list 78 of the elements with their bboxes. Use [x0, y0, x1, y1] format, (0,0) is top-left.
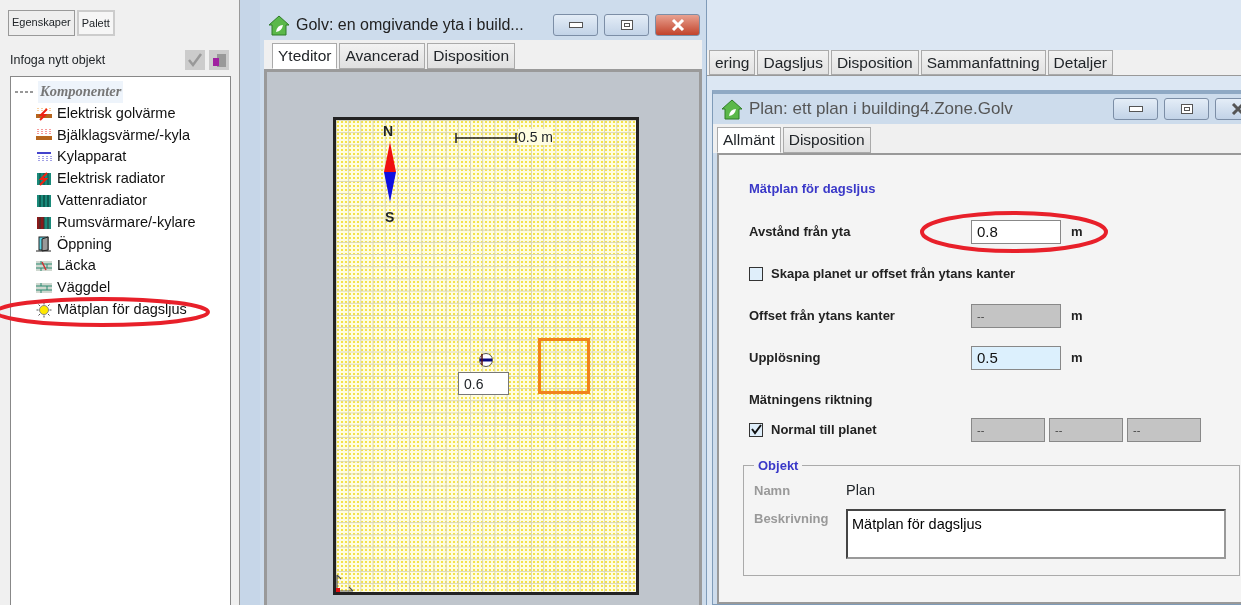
- window-title: Golv: en omgivande yta i build...: [296, 15, 525, 35]
- tree-line-icon: [15, 89, 35, 94]
- panel-tab[interactable]: Palett: [76, 10, 115, 36]
- door-icon: [35, 236, 53, 253]
- tree-item[interactable]: Elektrisk golvärme: [15, 102, 230, 125]
- field-label: Avstånd från yta: [749, 222, 852, 241]
- tab[interactable]: Disposition: [830, 50, 919, 75]
- sun-icon: [35, 301, 53, 318]
- tab[interactable]: Allmänt: [717, 127, 781, 153]
- description-field[interactable]: Mätplan för dagsljus: [846, 509, 1226, 560]
- house-icon: [268, 14, 290, 36]
- scale-label: 0.5 m: [518, 129, 553, 145]
- tree-item[interactable]: Bjälklagsvärme/-kyla: [15, 124, 230, 147]
- checkbox[interactable]: [749, 422, 763, 437]
- checkbox[interactable]: [749, 266, 763, 281]
- group-title: Objekt: [757, 458, 800, 472]
- tree-item[interactable]: Läcka: [15, 255, 230, 278]
- tree-item[interactable]: Kylapparat: [15, 146, 230, 169]
- origin-axes-icon: [336, 574, 354, 592]
- tree-item[interactable]: Mätplan för dagsljus: [15, 298, 230, 321]
- minimize-button[interactable]: [553, 14, 598, 36]
- checkmark-icon: [750, 424, 762, 435]
- minimize-button[interactable]: [1113, 98, 1158, 120]
- tab[interactable]: ering: [709, 50, 756, 75]
- field-label: Upplösning: [749, 348, 822, 367]
- window-title: Plan: ett plan i building4.Zone.Golv: [749, 98, 1014, 121]
- field-label: Namn: [754, 481, 792, 500]
- unit-label: m: [1071, 306, 1083, 325]
- tab[interactable]: Avancerad: [339, 43, 426, 69]
- tab[interactable]: Detaljer: [1047, 50, 1114, 75]
- maximize-button[interactable]: [604, 14, 649, 36]
- maximize-button[interactable]: [1164, 98, 1209, 120]
- tree-item[interactable]: Elektrisk radiator: [15, 168, 230, 190]
- close-icon: [1230, 103, 1241, 115]
- tab[interactable]: Sammanfattning: [920, 50, 1046, 75]
- field-label: Offset från ytans kanter: [749, 306, 896, 325]
- radiator-bolt-icon: [35, 171, 53, 188]
- maximize-icon: [620, 20, 633, 30]
- checkmark-icon[interactable]: [185, 50, 205, 70]
- component-icon[interactable]: [209, 50, 229, 70]
- unit-label: m: [1071, 222, 1083, 241]
- tab[interactable]: Disposition: [782, 127, 871, 153]
- close-icon: [670, 19, 685, 31]
- panel-header: Infoga nytt objekt: [10, 51, 106, 69]
- maximize-icon: [1180, 104, 1193, 114]
- unit-label: m: [1071, 348, 1083, 367]
- sensor-value-label: 0.6: [458, 372, 509, 395]
- tree-item[interactable]: Rumsvärmare/-kylare: [15, 211, 230, 234]
- panel-tab[interactable]: Egenskaper: [8, 10, 75, 36]
- sensor-icon[interactable]: [478, 352, 494, 368]
- radiator-icon: [35, 214, 53, 231]
- field-label: Beskrivning: [754, 510, 830, 529]
- input-field[interactable]: 0.5: [971, 345, 1061, 370]
- close-button[interactable]: [655, 14, 700, 36]
- scale-bar-icon: [455, 133, 517, 143]
- tree-item[interactable]: Väggdel: [15, 277, 230, 299]
- tree-group-label[interactable]: Komponenter: [38, 81, 124, 103]
- checkbox-label: Normal till planet: [771, 420, 878, 439]
- section-label: Mätningens riktning: [749, 390, 873, 409]
- tree-item[interactable]: Vattenradiator: [15, 189, 230, 212]
- object-outline[interactable]: [538, 338, 590, 394]
- name-value: Plan: [846, 480, 876, 500]
- radiator-icon: [35, 192, 53, 209]
- tree-item[interactable]: Öppning: [15, 233, 230, 256]
- compass-needle-icon: [384, 142, 396, 202]
- wall-icon: [35, 280, 53, 296]
- compass-south-label: S: [385, 210, 395, 224]
- compass-north-label: N: [383, 124, 394, 138]
- tab[interactable]: Disposition: [427, 43, 516, 69]
- input-field[interactable]: 0.8: [971, 219, 1061, 244]
- minimize-icon: [568, 22, 583, 28]
- checkbox-label: Skapa planet ur offset från ytans kanter: [771, 264, 1016, 283]
- tab[interactable]: Dagsljus: [757, 50, 829, 75]
- house-icon: [721, 98, 743, 120]
- heating-floor-icon: [35, 105, 53, 122]
- tab[interactable]: Yteditor: [272, 43, 338, 69]
- section-heading: Mätplan för dagsljus: [749, 180, 877, 198]
- minimize-icon: [1128, 106, 1143, 112]
